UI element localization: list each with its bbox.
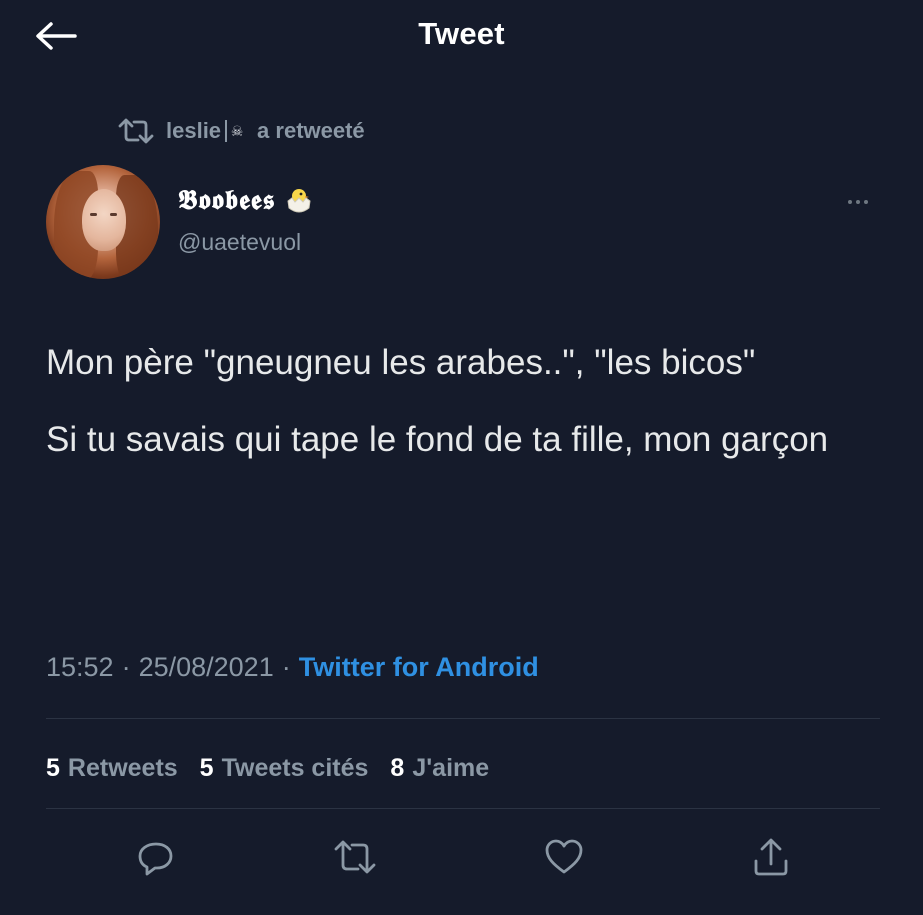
share-button[interactable]: [744, 830, 798, 884]
tweet-source-link[interactable]: Twitter for Android: [299, 652, 539, 683]
likes-stat[interactable]: 8 J'aime: [390, 754, 489, 783]
tweet-time[interactable]: 15:52: [46, 652, 114, 683]
like-button[interactable]: [537, 830, 591, 884]
top-bar: Tweet: [0, 0, 923, 75]
engagement-stats: 5 Retweets 5 Tweets cités 8 J'aime: [46, 748, 489, 788]
retweeter-name[interactable]: leslie: [166, 118, 221, 144]
avatar[interactable]: [46, 165, 160, 279]
retweets-label: Retweets: [67, 753, 178, 782]
likes-count: 8: [390, 753, 405, 782]
retweets-count: 5: [46, 753, 60, 782]
share-icon: [754, 838, 788, 876]
retweet-icon: [334, 840, 376, 874]
tweet-paragraph: Si tu savais qui tape le fond de ta fill…: [46, 419, 829, 459]
retweet-button[interactable]: [328, 830, 382, 884]
reply-button[interactable]: [129, 830, 183, 884]
retweet-label: a retweeté: [257, 118, 365, 143]
divider: [46, 718, 880, 719]
avatar-eye: [90, 213, 97, 216]
action-bar: [0, 830, 923, 890]
dot: [856, 200, 860, 204]
display-name[interactable]: 𝕭𝖔𝖔𝖇𝖊𝖊𝖘: [178, 185, 314, 217]
divider: [46, 808, 880, 809]
avatar-eye: [110, 213, 117, 216]
likes-label: J'aime: [412, 753, 490, 782]
meta-separator: ·: [281, 652, 291, 682]
page-title: Tweet: [418, 16, 505, 51]
hatching-chick-icon: [287, 189, 311, 213]
dot: [864, 200, 868, 204]
pirate-flag-icon: ☠: [225, 120, 247, 142]
display-name-text[interactable]: 𝕭𝖔𝖔𝖇𝖊𝖊𝖘: [178, 185, 276, 217]
retweeter[interactable]: leslie ☠: [166, 118, 247, 144]
tweet-date[interactable]: 25/08/2021: [139, 652, 274, 683]
reply-icon: [138, 842, 173, 876]
user-handle[interactable]: @uaetevuol: [178, 229, 301, 256]
quote-tweets-count: 5: [199, 753, 214, 782]
dot: [848, 200, 852, 204]
tweet-paragraph: Mon père "gneugneu les arabes..", "les b…: [46, 343, 756, 382]
retweet-context[interactable]: leslie ☠ a retweeté: [116, 114, 365, 148]
tweet-body: Mon père "gneugneu les arabes..", "les b…: [46, 336, 866, 490]
avatar-face: [82, 189, 126, 251]
like-icon: [545, 839, 583, 874]
tweet-meta: 15:52 · 25/08/2021 · Twitter for Android: [46, 652, 539, 683]
retweet-icon: [118, 118, 154, 144]
quote-tweets-stat[interactable]: 5 Tweets cités: [200, 754, 369, 783]
quote-tweets-label: Tweets cités: [221, 753, 369, 782]
more-options-icon[interactable]: [838, 190, 878, 214]
retweets-stat[interactable]: 5 Retweets: [46, 754, 178, 783]
meta-separator: ·: [121, 652, 131, 682]
